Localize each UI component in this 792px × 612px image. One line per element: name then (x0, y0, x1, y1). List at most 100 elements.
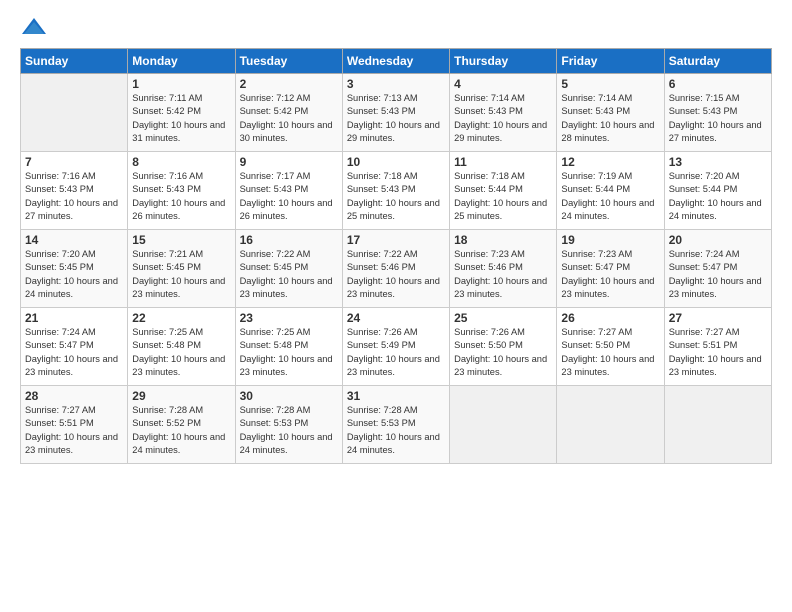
calendar-cell: 29 Sunrise: 7:28 AMSunset: 5:52 PMDayligh… (128, 386, 235, 464)
day-header-friday: Friday (557, 49, 664, 74)
day-detail: Sunrise: 7:24 AMSunset: 5:47 PMDaylight:… (25, 327, 118, 377)
day-number: 18 (454, 233, 552, 247)
calendar-cell: 1 Sunrise: 7:11 AMSunset: 5:42 PMDaylight… (128, 74, 235, 152)
day-number: 2 (240, 77, 338, 91)
day-number: 1 (132, 77, 230, 91)
day-header-sunday: Sunday (21, 49, 128, 74)
day-number: 7 (25, 155, 123, 169)
day-detail: Sunrise: 7:25 AMSunset: 5:48 PMDaylight:… (132, 327, 225, 377)
calendar-cell (557, 386, 664, 464)
day-detail: Sunrise: 7:22 AMSunset: 5:46 PMDaylight:… (347, 249, 440, 299)
day-number: 23 (240, 311, 338, 325)
calendar-cell: 26Sunrise: 7:27 AMSunset: 5:50 PMDayligh… (557, 308, 664, 386)
day-detail: Sunrise: 7:27 AMSunset: 5:50 PMDaylight:… (561, 327, 654, 377)
calendar-cell: 11 Sunrise: 7:18 AMSunset: 5:44 PMDayligh… (450, 152, 557, 230)
day-number: 21 (25, 311, 123, 325)
day-detail: Sunrise: 7:21 AMSunset: 5:45 PMDaylight:… (132, 249, 225, 299)
calendar-cell: 16 Sunrise: 7:22 AMSunset: 5:45 PMDayligh… (235, 230, 342, 308)
day-detail: Sunrise: 7:20 AMSunset: 5:44 PMDaylight:… (669, 171, 762, 221)
calendar-cell: 3Sunrise: 7:13 AMSunset: 5:43 PMDaylight… (342, 74, 449, 152)
calendar-cell: 22Sunrise: 7:25 AMSunset: 5:48 PMDayligh… (128, 308, 235, 386)
calendar-table: SundayMondayTuesdayWednesdayThursdayFrid… (20, 48, 772, 464)
day-number: 6 (669, 77, 767, 91)
day-number: 27 (669, 311, 767, 325)
calendar-cell: 28 Sunrise: 7:27 AMSunset: 5:51 PMDayligh… (21, 386, 128, 464)
day-header-tuesday: Tuesday (235, 49, 342, 74)
day-detail: Sunrise: 7:18 AMSunset: 5:44 PMDaylight:… (454, 171, 547, 221)
calendar-cell: 15Sunrise: 7:21 AMSunset: 5:45 PMDayligh… (128, 230, 235, 308)
calendar-cell: 12 Sunrise: 7:19 AMSunset: 5:44 PMDayligh… (557, 152, 664, 230)
day-detail: Sunrise: 7:14 AMSunset: 5:43 PMDaylight:… (561, 93, 654, 143)
day-detail: Sunrise: 7:26 AMSunset: 5:50 PMDaylight:… (454, 327, 547, 377)
calendar-cell (664, 386, 771, 464)
calendar-cell: 5 Sunrise: 7:14 AMSunset: 5:43 PMDaylight… (557, 74, 664, 152)
day-number: 31 (347, 389, 445, 403)
calendar-cell: 7 Sunrise: 7:16 AMSunset: 5:43 PMDaylight… (21, 152, 128, 230)
calendar-cell: 27 Sunrise: 7:27 AMSunset: 5:51 PMDayligh… (664, 308, 771, 386)
week-row-3: 14 Sunrise: 7:20 AMSunset: 5:45 PMDayligh… (21, 230, 772, 308)
calendar-cell: 25 Sunrise: 7:26 AMSunset: 5:50 PMDayligh… (450, 308, 557, 386)
day-number: 11 (454, 155, 552, 169)
day-number: 19 (561, 233, 659, 247)
day-detail: Sunrise: 7:22 AMSunset: 5:45 PMDaylight:… (240, 249, 333, 299)
calendar-cell (21, 74, 128, 152)
day-number: 12 (561, 155, 659, 169)
header (20, 16, 772, 38)
calendar-cell: 21 Sunrise: 7:24 AMSunset: 5:47 PMDayligh… (21, 308, 128, 386)
logo (20, 16, 52, 38)
day-header-thursday: Thursday (450, 49, 557, 74)
day-number: 16 (240, 233, 338, 247)
day-detail: Sunrise: 7:12 AMSunset: 5:42 PMDaylight:… (240, 93, 333, 143)
day-number: 24 (347, 311, 445, 325)
day-number: 14 (25, 233, 123, 247)
calendar-cell: 24 Sunrise: 7:26 AMSunset: 5:49 PMDayligh… (342, 308, 449, 386)
calendar-container: SundayMondayTuesdayWednesdayThursdayFrid… (0, 0, 792, 474)
day-detail: Sunrise: 7:28 AMSunset: 5:52 PMDaylight:… (132, 405, 225, 455)
day-header-saturday: Saturday (664, 49, 771, 74)
day-header-monday: Monday (128, 49, 235, 74)
week-row-1: 1 Sunrise: 7:11 AMSunset: 5:42 PMDaylight… (21, 74, 772, 152)
calendar-cell: 8 Sunrise: 7:16 AMSunset: 5:43 PMDaylight… (128, 152, 235, 230)
day-number: 8 (132, 155, 230, 169)
day-number: 4 (454, 77, 552, 91)
day-detail: Sunrise: 7:16 AMSunset: 5:43 PMDaylight:… (25, 171, 118, 221)
day-detail: Sunrise: 7:28 AMSunset: 5:53 PMDaylight:… (240, 405, 333, 455)
day-detail: Sunrise: 7:16 AMSunset: 5:43 PMDaylight:… (132, 171, 225, 221)
calendar-cell: 4 Sunrise: 7:14 AMSunset: 5:43 PMDaylight… (450, 74, 557, 152)
day-detail: Sunrise: 7:14 AMSunset: 5:43 PMDaylight:… (454, 93, 547, 143)
calendar-cell: 2 Sunrise: 7:12 AMSunset: 5:42 PMDaylight… (235, 74, 342, 152)
day-header-wednesday: Wednesday (342, 49, 449, 74)
header-row: SundayMondayTuesdayWednesdayThursdayFrid… (21, 49, 772, 74)
day-detail: Sunrise: 7:28 AMSunset: 5:53 PMDaylight:… (347, 405, 440, 455)
day-detail: Sunrise: 7:24 AMSunset: 5:47 PMDaylight:… (669, 249, 762, 299)
day-number: 25 (454, 311, 552, 325)
day-detail: Sunrise: 7:19 AMSunset: 5:44 PMDaylight:… (561, 171, 654, 221)
calendar-cell: 14 Sunrise: 7:20 AMSunset: 5:45 PMDayligh… (21, 230, 128, 308)
day-number: 5 (561, 77, 659, 91)
calendar-cell: 10Sunrise: 7:18 AMSunset: 5:43 PMDayligh… (342, 152, 449, 230)
calendar-cell: 31 Sunrise: 7:28 AMSunset: 5:53 PMDayligh… (342, 386, 449, 464)
calendar-cell: 30 Sunrise: 7:28 AMSunset: 5:53 PMDayligh… (235, 386, 342, 464)
day-detail: Sunrise: 7:27 AMSunset: 5:51 PMDaylight:… (25, 405, 118, 455)
calendar-cell: 6 Sunrise: 7:15 AMSunset: 5:43 PMDaylight… (664, 74, 771, 152)
day-number: 30 (240, 389, 338, 403)
day-detail: Sunrise: 7:27 AMSunset: 5:51 PMDaylight:… (669, 327, 762, 377)
day-number: 13 (669, 155, 767, 169)
calendar-cell: 23Sunrise: 7:25 AMSunset: 5:48 PMDayligh… (235, 308, 342, 386)
logo-icon (20, 16, 48, 38)
day-detail: Sunrise: 7:26 AMSunset: 5:49 PMDaylight:… (347, 327, 440, 377)
day-number: 28 (25, 389, 123, 403)
calendar-cell (450, 386, 557, 464)
day-number: 3 (347, 77, 445, 91)
day-detail: Sunrise: 7:11 AMSunset: 5:42 PMDaylight:… (132, 93, 225, 143)
day-detail: Sunrise: 7:20 AMSunset: 5:45 PMDaylight:… (25, 249, 118, 299)
week-row-4: 21 Sunrise: 7:24 AMSunset: 5:47 PMDayligh… (21, 308, 772, 386)
calendar-cell: 19Sunrise: 7:23 AMSunset: 5:47 PMDayligh… (557, 230, 664, 308)
day-number: 29 (132, 389, 230, 403)
calendar-cell: 18Sunrise: 7:23 AMSunset: 5:46 PMDayligh… (450, 230, 557, 308)
calendar-cell: 17Sunrise: 7:22 AMSunset: 5:46 PMDayligh… (342, 230, 449, 308)
week-row-2: 7 Sunrise: 7:16 AMSunset: 5:43 PMDaylight… (21, 152, 772, 230)
day-detail: Sunrise: 7:17 AMSunset: 5:43 PMDaylight:… (240, 171, 333, 221)
calendar-cell: 13 Sunrise: 7:20 AMSunset: 5:44 PMDayligh… (664, 152, 771, 230)
day-detail: Sunrise: 7:15 AMSunset: 5:43 PMDaylight:… (669, 93, 762, 143)
